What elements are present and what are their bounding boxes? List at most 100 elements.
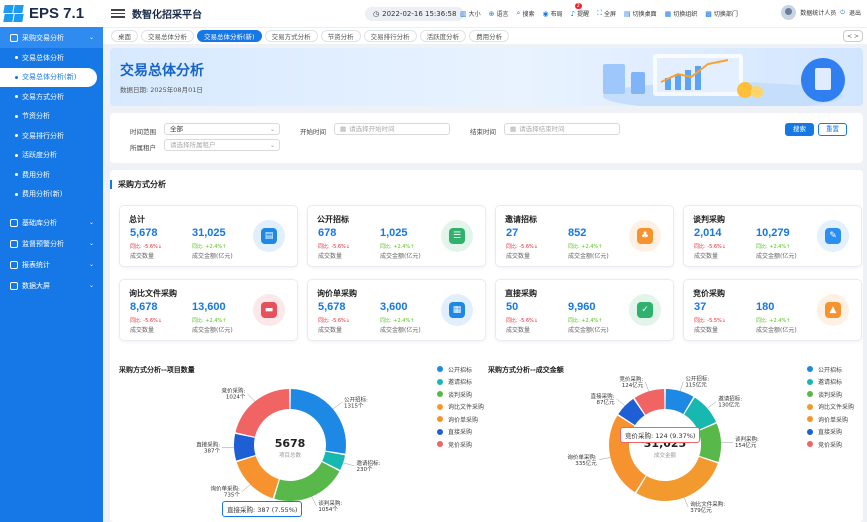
tab-scroll-controls[interactable]: < > — [843, 30, 863, 42]
logout-label[interactable]: 退出 — [849, 8, 861, 17]
pie-slice[interactable] — [636, 456, 718, 501]
reset-button[interactable]: 重置 — [818, 123, 847, 136]
tab-2[interactable]: 交易总体分析(新) — [197, 30, 262, 42]
end-time-label: 结束时间 — [470, 128, 496, 136]
legend-item[interactable]: 竞价采购 — [807, 438, 854, 451]
sidebar-menu: 采购交易分析 ⌄ 交易总体分析 交易总体分析(新) 交易方式分析 节资分析 交易排行分析 活跃… — [0, 27, 103, 296]
tab-1[interactable]: 交易总体分析 — [141, 30, 194, 42]
sidebar-item-0-0[interactable]: 交易总体分析 — [0, 48, 97, 68]
toolbar-language-button[interactable]: ⊕ 语言 — [489, 9, 509, 19]
toolbar-fullscreen-button[interactable]: ⛶ 全屏 — [597, 9, 616, 18]
auction-icon: ▲ — [825, 302, 841, 318]
count-label: 成交数量 — [694, 327, 719, 334]
tab-4[interactable]: 节资分析 — [320, 30, 361, 42]
sidebar-item-0-1[interactable]: 交易总体分析(新) — [0, 67, 97, 87]
amount-change: 同比: +2.4%↑ — [380, 243, 414, 250]
chevron-down-icon: ⌄ — [88, 261, 94, 268]
arrow-up-icon: ↑ — [598, 244, 603, 250]
card-amount: 180 — [756, 301, 775, 313]
card-title: 邀请招标 — [505, 215, 537, 224]
toolbar-search-button[interactable]: ⌕ 搜索 — [517, 9, 535, 18]
tenant-select[interactable]: 请选择所属租户 ⌄ — [164, 139, 280, 151]
sidebar-group-2[interactable]: 监督预警分析 ⌄ — [0, 233, 103, 254]
legend-dot-icon — [437, 391, 443, 398]
menu-toggle-icon[interactable] — [111, 9, 125, 18]
user-menu[interactable]: 数据统计人员 ⏻ 退出 — [781, 5, 861, 20]
toolbar-layout-button[interactable]: ◉ 布局 — [542, 9, 562, 19]
legend-item[interactable]: 公开招标 — [807, 363, 854, 376]
legend-item[interactable]: 谈判采购 — [807, 388, 854, 401]
toolbar-switch-desktop-button[interactable]: ▤ 切换桌面 — [624, 9, 657, 19]
legend-item[interactable]: 公开招标 — [437, 363, 484, 376]
toolbar-switch-dept-button[interactable]: ▩ 切换部门 — [705, 9, 738, 19]
legend-item[interactable]: 询价单采购 — [437, 413, 484, 426]
sidebar-group-4[interactable]: 数据大屏 ⌄ — [0, 275, 103, 296]
chart-board-icon: ▤ — [261, 228, 277, 244]
app-logo[interactable]: EPS 7.1 — [0, 0, 103, 27]
legend-item[interactable]: 谈判采购 — [437, 388, 484, 401]
stat-card[interactable]: 询比文件采购 8,678 13,600 同比: -5.6%↓ 同比: +2.4%↑ 成交数… — [119, 279, 298, 341]
legend-label: 公开招标 — [818, 366, 843, 374]
legend-label: 邀请招标 — [818, 379, 843, 387]
start-time-input[interactable]: ▦ 请选择开始时间 — [334, 123, 450, 135]
legend-dot-icon — [807, 403, 813, 410]
slice-label: 邀请招标: 130亿元 — [718, 395, 742, 409]
stat-card[interactable]: 询价单采购 5,678 3,600 同比: -5.6%↓ 同比: +2.4%↑ 成交数量 成… — [307, 279, 486, 341]
stat-card[interactable]: 谈判采购 2,014 10,279 同比: -5.6%↓ 同比: +2.4%↑ 成交数量 成… — [683, 205, 862, 267]
stat-card[interactable]: 直接采购 50 9,960 同比: -5.6%↓ 同比: +2.4%↑ 成交数量 成交金额(… — [495, 279, 674, 341]
tab-5[interactable]: 交易排行分析 — [363, 30, 417, 42]
sidebar-item-0-5[interactable]: 活跃度分析 — [0, 146, 97, 166]
legend-item[interactable]: 询比文件采购 — [437, 401, 484, 414]
count-change-text: 同比: -5.5% — [694, 318, 722, 324]
card-amount: 1,025 — [380, 227, 408, 239]
tab-7[interactable]: 费用分析 — [469, 30, 510, 42]
pie-slice[interactable] — [698, 423, 721, 462]
sidebar-group-0[interactable]: 采购交易分析 ⌄ — [0, 27, 103, 48]
basket-icon: ▦ — [449, 302, 465, 318]
pie-slice[interactable] — [234, 433, 256, 461]
chart-tooltip-count: 直接采购: 387 (7.55%) — [222, 501, 303, 517]
legend-item[interactable]: 询价单采购 — [807, 413, 854, 426]
legend-dot-icon — [807, 416, 813, 423]
start-time-label: 开始时间 — [300, 128, 326, 136]
sidebar-group-3[interactable]: 报表统计 ⌄ — [0, 254, 103, 275]
legend-item[interactable]: 邀请招标 — [807, 376, 854, 389]
count-change: 同比: -5.6%↓ — [506, 317, 538, 324]
card-title: 公开招标 — [317, 215, 349, 224]
avatar[interactable] — [781, 5, 797, 20]
sidebar-group-1[interactable]: 基础库分析 ⌄ — [0, 212, 103, 233]
legend-item[interactable]: 直接采购 — [437, 426, 484, 439]
search-button[interactable]: 搜索 — [785, 123, 814, 136]
stat-card[interactable]: 竞价采购 37 180 同比: -5.5%↓ 同比: +2.4%↑ 成交数量 成交金额(亿元… — [683, 279, 862, 341]
sidebar-item-0-4[interactable]: 交易排行分析 — [0, 126, 97, 146]
sidebar-item-0-2[interactable]: 交易方式分析 — [0, 87, 97, 107]
center-label: 成交金额 — [654, 451, 677, 459]
toolbar-bell-button[interactable]: ♪ 2 提醒 — [571, 3, 589, 18]
pie-slice[interactable] — [274, 461, 340, 501]
legend-label: 公开招标 — [448, 366, 473, 374]
legend-item[interactable]: 询比文件采购 — [807, 401, 854, 414]
slice-leader-line — [679, 381, 684, 392]
logout-icon[interactable]: ⏻ — [840, 9, 845, 17]
sidebar-group-label: 采购交易分析 — [22, 33, 64, 42]
tab-0[interactable]: 桌面 — [111, 30, 138, 42]
tab-3[interactable]: 交易方式分析 — [264, 30, 318, 42]
legend-label: 直接采购 — [448, 429, 473, 437]
stat-card[interactable]: 总计 5,678 31,025 同比: -5.6%↓ 同比: +2.4%↑ 成交数量 成交金… — [119, 205, 298, 267]
time-range-select[interactable]: 全部 ⌄ — [164, 123, 280, 135]
end-time-input[interactable]: ▦ 请选择结束时间 — [504, 123, 620, 135]
pie-slice[interactable] — [236, 456, 279, 499]
stat-card[interactable]: 邀请招标 27 852 同比: -5.6%↓ 同比: +2.4%↑ 成交数量 成交金额(亿元… — [495, 205, 674, 267]
legend-item[interactable]: 直接采购 — [807, 426, 854, 439]
sidebar-item-0-3[interactable]: 节资分析 — [0, 107, 97, 127]
legend-item[interactable]: 邀请招标 — [437, 376, 484, 389]
sidebar-item-0-6[interactable]: 费用分析 — [0, 165, 97, 185]
count-change: 同比: -5.6%↓ — [318, 243, 350, 250]
tab-6[interactable]: 活跃度分析 — [419, 30, 467, 42]
stat-card[interactable]: 公开招标 678 1,025 同比: -5.6%↓ 同比: +2.4%↑ 成交数量 成交金额… — [307, 205, 486, 267]
sidebar-item-0-7[interactable]: 费用分析(新) — [0, 185, 97, 205]
toolbar-switch-org-button[interactable]: ▦ 切换组织 — [665, 9, 698, 19]
toolbar-font-size-button[interactable]: ▥ 大小 — [460, 9, 481, 19]
legend-item[interactable]: 竞价采购 — [437, 438, 484, 451]
card-icon-bg: ▦ — [441, 294, 473, 326]
